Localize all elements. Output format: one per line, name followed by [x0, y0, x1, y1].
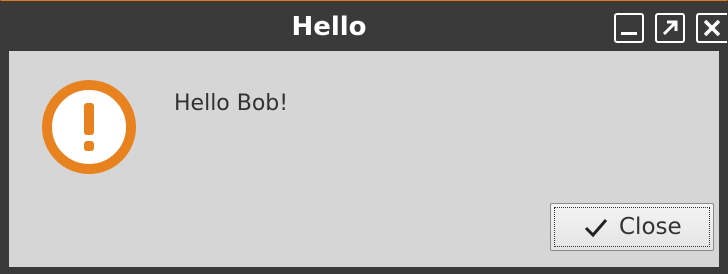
window-frame-bottom [1, 267, 727, 273]
maximize-arrow-icon [662, 20, 678, 36]
maximize-button[interactable] [655, 13, 685, 43]
minimize-button[interactable] [614, 13, 644, 43]
window-title: Hello [291, 12, 367, 42]
dialog-body: Hello Bob! Close [1, 51, 727, 273]
close-button-label: Close [619, 214, 682, 240]
dialog-window: Hello Hello Bob! Close [0, 0, 728, 274]
dialog-message: Hello Bob! [174, 91, 289, 116]
warning-exclamation-icon [42, 80, 136, 174]
close-button[interactable]: Close [550, 203, 714, 251]
close-window-button[interactable] [696, 13, 727, 43]
minimize-icon [621, 32, 637, 35]
title-bar[interactable]: Hello [1, 1, 727, 51]
window-frame-right [719, 51, 727, 273]
close-icon [703, 19, 721, 37]
check-icon [584, 219, 608, 238]
